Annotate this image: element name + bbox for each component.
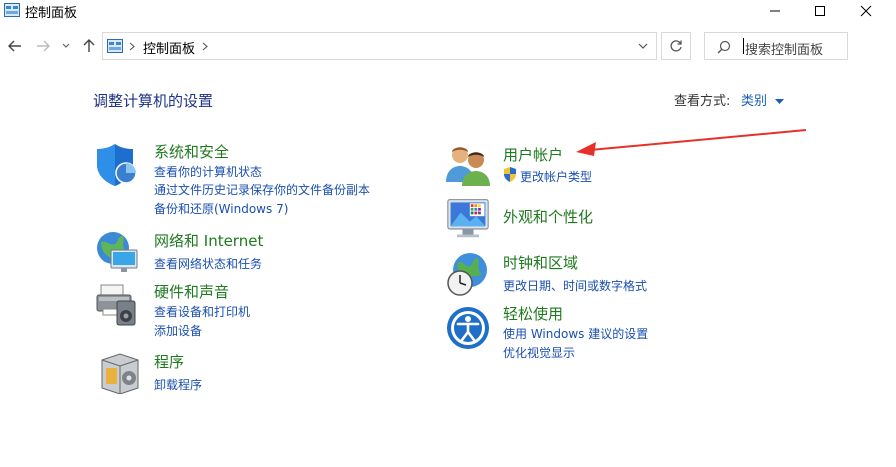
breadcrumb-separator-icon	[129, 42, 135, 51]
printer-icon[interactable]	[95, 283, 139, 327]
forward-arrow-icon	[37, 40, 50, 52]
shield-icon[interactable]	[95, 142, 139, 186]
programs-box-icon[interactable]	[98, 350, 142, 394]
view-by-value: 类别	[741, 94, 768, 109]
close-button[interactable]	[843, 0, 889, 22]
annotation-arrow	[576, 129, 807, 156]
recent-locations-button[interactable]	[60, 36, 72, 56]
refresh-button[interactable]	[661, 32, 691, 60]
control-panel-location-icon	[107, 39, 123, 53]
title-bar: 控制面板	[0, 0, 896, 24]
chevron-down-icon	[62, 43, 70, 48]
minimize-button[interactable]	[752, 0, 798, 22]
back-button[interactable]	[6, 36, 24, 56]
refresh-icon	[670, 40, 682, 52]
maximize-button[interactable]	[797, 0, 843, 22]
uac-shield-icon	[504, 167, 516, 182]
close-icon	[860, 5, 872, 17]
breadcrumb-control-panel[interactable]: 控制面板	[143, 38, 195, 57]
link-optimize-visual-display[interactable]: 优化视觉显示	[503, 344, 575, 361]
link-backup-restore[interactable]: 备份和还原(Windows 7)	[154, 200, 288, 217]
text-cursor	[743, 38, 744, 54]
control-panel-app-icon	[4, 3, 20, 17]
page-title: 调整计算机的设置	[93, 92, 214, 110]
appearance-monitor-icon[interactable]	[446, 196, 490, 240]
network-globe-icon[interactable]	[95, 230, 139, 274]
up-arrow-icon	[83, 39, 95, 52]
link-add-device[interactable]: 添加设备	[154, 322, 202, 339]
user-accounts-icon[interactable]	[446, 142, 490, 186]
forward-button[interactable]	[34, 36, 52, 56]
breadcrumb-expand-icon[interactable]	[202, 42, 208, 51]
back-arrow-icon	[8, 40, 21, 52]
category-user-accounts[interactable]: 用户帐户	[503, 144, 563, 165]
search-box[interactable]: 搜索控制面板	[704, 32, 848, 60]
window-title: 控制面板	[25, 6, 78, 21]
category-programs[interactable]: 程序	[154, 351, 184, 372]
link-file-history-backup[interactable]: 通过文件历史记录保存你的文件备份副本	[154, 181, 370, 198]
minimize-icon	[770, 10, 780, 12]
address-dropdown-icon[interactable]	[638, 43, 648, 50]
link-windows-recommended-settings[interactable]: 使用 Windows 建议的设置	[503, 325, 648, 342]
category-clock-region[interactable]: 时钟和区域	[503, 252, 578, 273]
link-change-account-type[interactable]: 更改帐户类型	[520, 168, 592, 185]
view-by-dropdown[interactable]: 类别	[741, 90, 785, 109]
category-network-internet[interactable]: 网络和 Internet	[154, 230, 263, 251]
view-by-label: 查看方式:	[674, 94, 731, 109]
address-bar[interactable]: 控制面板	[102, 32, 657, 60]
clock-region-icon[interactable]	[446, 252, 490, 296]
category-appearance-personalization[interactable]: 外观和个性化	[503, 206, 593, 227]
category-hardware-sound[interactable]: 硬件和声音	[154, 281, 229, 302]
category-ease-of-access[interactable]: 轻松使用	[503, 303, 563, 324]
up-button[interactable]	[80, 36, 98, 56]
link-uninstall-program[interactable]: 卸载程序	[154, 376, 202, 393]
link-change-date-time-format[interactable]: 更改日期、时间或数字格式	[503, 277, 647, 294]
ease-of-access-icon[interactable]	[446, 306, 490, 350]
maximize-icon	[815, 6, 825, 16]
chevron-down-icon	[775, 98, 785, 104]
category-system-security[interactable]: 系统和安全	[154, 141, 229, 162]
search-input[interactable]: 搜索控制面板	[745, 39, 823, 58]
search-icon	[717, 40, 731, 54]
link-view-computer-status[interactable]: 查看你的计算机状态	[154, 163, 262, 180]
link-view-network-status[interactable]: 查看网络状态和任务	[154, 255, 262, 272]
link-devices-printers[interactable]: 查看设备和打印机	[154, 303, 250, 320]
